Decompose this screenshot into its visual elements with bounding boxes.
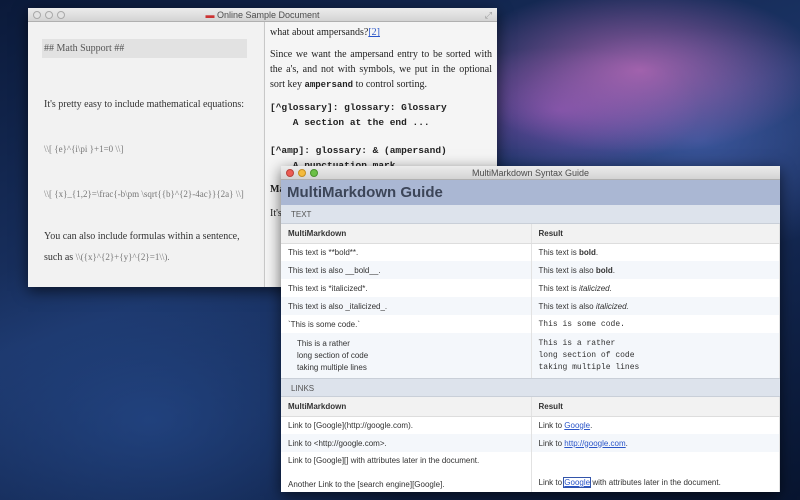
table-row: This text is **bold**. This text is bold. <box>281 243 780 261</box>
result-cell: This text is italicized. <box>531 279 780 297</box>
table-row: This text is also _italicized_. This text… <box>281 297 780 315</box>
table-row: This text is also __bold__. This text is … <box>281 261 780 279</box>
table-row: This text is *italicized*. This text is i… <box>281 279 780 297</box>
col-result: Result <box>531 224 780 244</box>
footnote-link[interactable]: [2] <box>368 27 380 38</box>
fullscreen-icon[interactable]: ⤢ <box>485 8 492 22</box>
result-cell: Link to http://google.com. <box>531 434 780 452</box>
col-result: Result <box>531 397 780 417</box>
table-row: Link to <http://google.com>. Link to http… <box>281 434 780 452</box>
close-button[interactable] <box>33 11 41 19</box>
table-row: Link to [Google](http://google.com). Link… <box>281 416 780 434</box>
inline-text-2: such as <box>44 252 74 263</box>
result-cell: This text is also italicized. <box>531 297 780 315</box>
source-pane[interactable]: ## Math Support ## It's pretty easy to i… <box>28 22 263 287</box>
window-title: Online Sample Document <box>216 10 320 20</box>
heading-source: ## Math Support ## <box>42 39 247 58</box>
code-line: A section at the end ... <box>270 117 430 128</box>
result-cell: This is some code. <box>531 315 780 333</box>
inline-math: \\({x}^{2}+{y}^{2}=1\\). <box>75 252 170 262</box>
col-source: MultiMarkdown <box>281 224 532 244</box>
guide-heading: MultiMarkdown Guide <box>281 180 780 205</box>
src-cell: Link to [Google][] with attributes later… <box>281 452 532 492</box>
code-line: [^glossary]: glossary: Glossary <box>270 102 447 113</box>
table-row: Link to [Google][] with attributes later… <box>281 452 780 492</box>
result-cell: This text is also bold. <box>531 261 780 279</box>
minimize-button[interactable] <box>45 11 53 19</box>
section-text: TEXT <box>281 205 780 224</box>
editor-titlebar[interactable]: ▬ Online Sample Document ⤢ <box>28 8 497 22</box>
preview-para-end: to control sorting. <box>355 79 427 90</box>
table-row: This is a rather long section of code ta… <box>281 333 780 378</box>
guide-window: MultiMarkdown Syntax Guide MultiMarkdown… <box>281 166 780 492</box>
minimize-button[interactable] <box>298 169 306 177</box>
code-line: [^amp]: glossary: & (ampersand) <box>270 145 447 156</box>
table-header: MultiMarkdown Result <box>281 397 780 417</box>
sort-key: ampersand <box>304 80 354 90</box>
window-title: MultiMarkdown Syntax Guide <box>471 168 590 178</box>
equation-1: \\[ {e}^{i\pi }+1=0 \\] <box>44 144 124 154</box>
window-controls <box>286 169 318 177</box>
links-table: MultiMarkdown Result Link to [Google](htt… <box>281 397 780 492</box>
text-table: MultiMarkdown Result This text is **bold*… <box>281 224 780 378</box>
src-cell: This text is also _italicized_. <box>281 297 532 315</box>
close-button[interactable] <box>286 169 294 177</box>
url-link[interactable]: http://google.com <box>564 439 625 448</box>
src-cell: This text is *italicized*. <box>281 279 532 297</box>
result-cell: This is a rather long section of code ta… <box>531 333 780 378</box>
table-header: MultiMarkdown Result <box>281 224 780 244</box>
window-controls <box>33 11 65 19</box>
src-cell: Link to [Google](http://google.com). <box>281 416 532 434</box>
table-row: `This is some code.` This is some code. <box>281 315 780 333</box>
equation-2: \\[ {x}_{1,2}=\frac{-b\pm \sqrt{{b}^{2}-… <box>44 189 244 199</box>
section-links: LINKS <box>281 378 780 397</box>
inline-text: You can also include formulas within a s… <box>44 231 240 242</box>
google-ref-link[interactable]: Google <box>563 477 592 488</box>
result-cell: Link to Google with attributes later in … <box>531 452 780 492</box>
result-cell: This text is bold. <box>531 243 780 261</box>
zoom-button[interactable] <box>57 11 65 19</box>
guide-titlebar[interactable]: MultiMarkdown Syntax Guide <box>281 166 780 180</box>
col-source: MultiMarkdown <box>281 397 532 417</box>
src-cell: `This is some code.` <box>281 315 532 333</box>
src-cell: Link to <http://google.com>. <box>281 434 532 452</box>
src-cell: This text is **bold**. <box>281 243 532 261</box>
src-cell: This text is also __bold__. <box>281 261 532 279</box>
google-link[interactable]: Google <box>564 421 590 430</box>
result-cell: Link to Google. <box>531 416 780 434</box>
zoom-button[interactable] <box>310 169 318 177</box>
document-icon: ▬ <box>205 10 215 20</box>
preview-text: what about ampersands? <box>270 27 369 38</box>
intro-text: It's pretty easy to include mathematical… <box>44 99 245 110</box>
src-cell: This is a rather long section of code ta… <box>281 333 532 378</box>
